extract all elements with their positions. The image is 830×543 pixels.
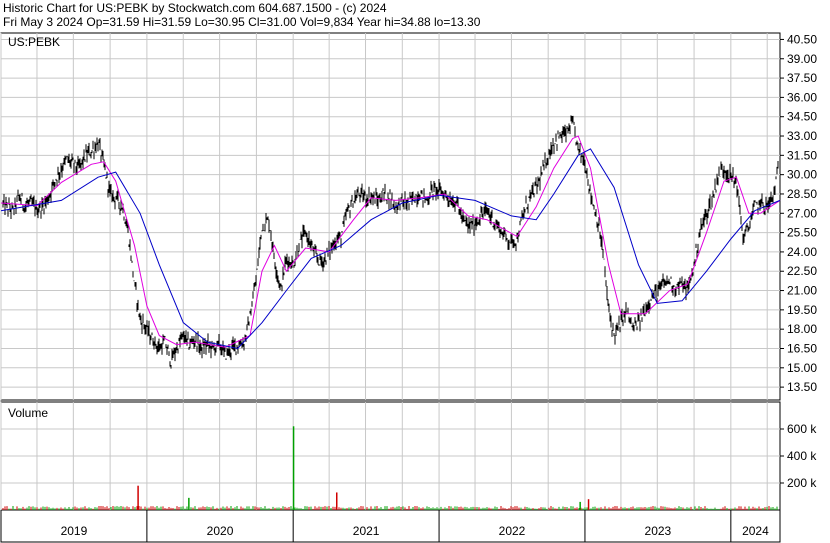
price-tick-label: 24.00 — [787, 245, 817, 259]
year-label: 2022 — [499, 524, 526, 538]
price-panel-label: US:PEBK — [8, 35, 60, 49]
price-tick-label: 18.00 — [787, 322, 817, 336]
chart-canvas: 13.50 15.00 16.50 18.00 19.50 21.00 22.50 24.00… — [0, 32, 817, 543]
volume-tick-label: 200 k — [787, 476, 817, 490]
price-tick-label: 19.50 — [787, 303, 817, 317]
year-label: 2024 — [742, 524, 769, 538]
price-axis: 13.50 15.00 16.50 18.00 19.50 21.00 22.50 24.00… — [780, 32, 817, 394]
volume-axis: 200 k 400 k 600 k — [780, 422, 817, 490]
price-tick-label: 31.50 — [787, 148, 817, 162]
price-tick-label: 36.00 — [787, 90, 817, 104]
year-label: 2019 — [61, 524, 88, 538]
price-tick-label: 13.50 — [787, 380, 817, 394]
price-tick-label: 30.00 — [787, 168, 817, 182]
price-tick-label: 15.00 — [787, 361, 817, 375]
stock-chart-window: Historic Chart for US:PEBK by Stockwatch… — [0, 0, 830, 543]
price-tick-label: 40.50 — [787, 32, 817, 46]
year-label: 2023 — [645, 524, 672, 538]
price-tick-label: 22.50 — [787, 264, 817, 278]
price-tick-label: 37.50 — [787, 71, 817, 85]
volume-tick-label: 400 k — [787, 449, 817, 463]
price-tick-label: 28.50 — [787, 187, 817, 201]
volume-panel-label: Volume — [8, 406, 48, 420]
volume-tick-label: 600 k — [787, 422, 817, 436]
year-label: 2021 — [353, 524, 380, 538]
price-tick-label: 39.00 — [787, 52, 817, 66]
price-tick-label: 16.50 — [787, 341, 817, 355]
price-panel — [0, 32, 781, 401]
price-tick-label: 21.00 — [787, 284, 817, 298]
price-tick-label: 33.00 — [787, 129, 817, 143]
price-tick-label: 34.50 — [787, 110, 817, 124]
price-tick-label: 27.00 — [787, 206, 817, 220]
price-tick-label: 25.50 — [787, 226, 817, 240]
year-label: 2020 — [207, 524, 234, 538]
